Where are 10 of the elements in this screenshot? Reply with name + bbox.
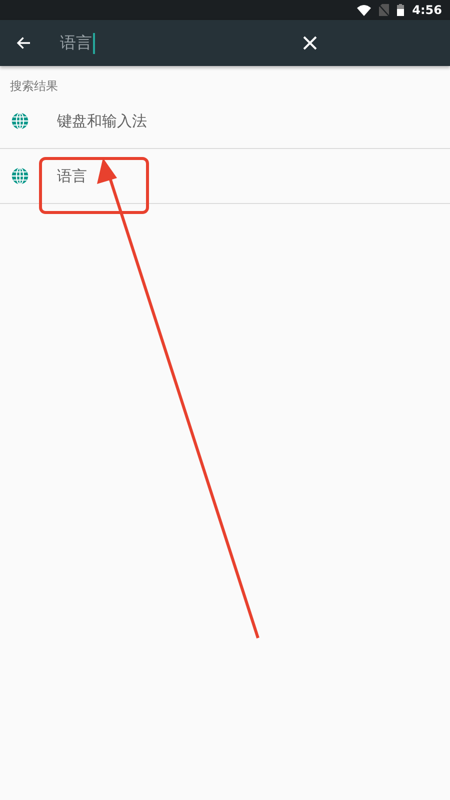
status-time: 4:56 <box>412 3 442 17</box>
globe-icon <box>11 167 29 185</box>
globe-icon <box>11 112 29 130</box>
no-sim-icon <box>379 4 390 16</box>
result-label: 语言 <box>57 166 87 186</box>
wifi-icon <box>357 4 372 16</box>
result-label: 键盘和输入法 <box>57 112 147 130</box>
close-icon <box>302 35 318 51</box>
battery-icon <box>397 4 404 16</box>
section-title: 搜索结果 <box>9 78 59 94</box>
